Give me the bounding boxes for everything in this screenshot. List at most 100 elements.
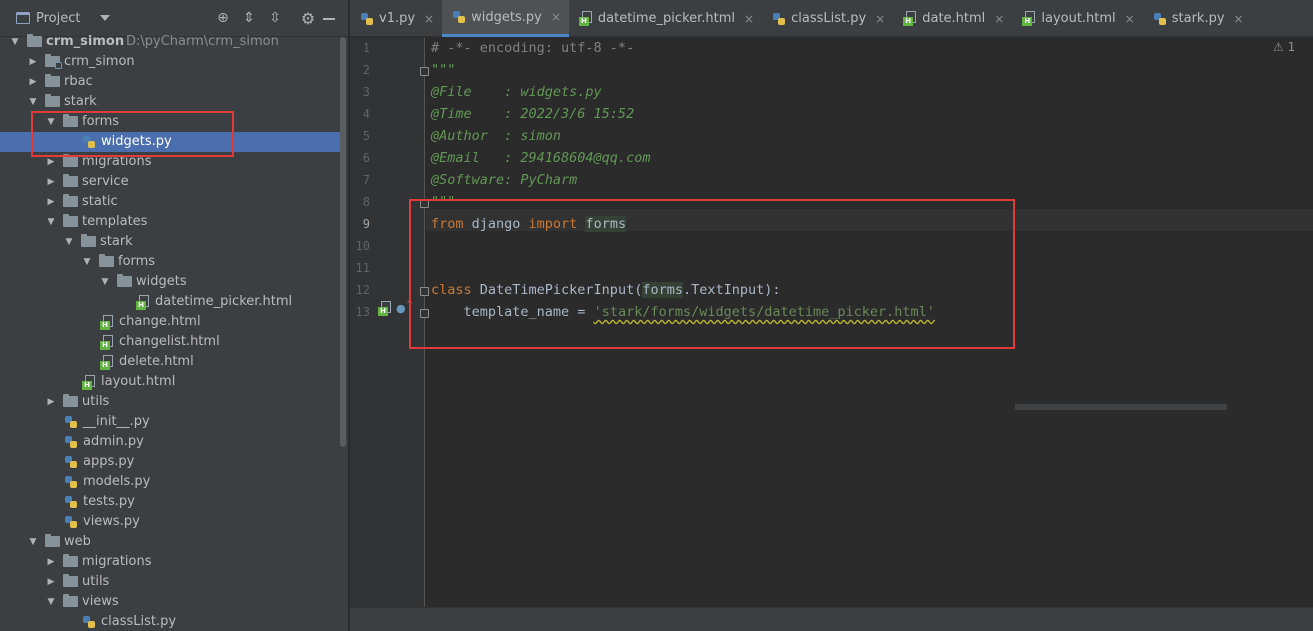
chevron-right-icon[interactable]: ▶ [28, 57, 38, 67]
code-line[interactable]: """ [431, 62, 455, 78]
tree-item[interactable]: ▼ views [0, 592, 340, 612]
tree-item-label: forms [118, 254, 156, 269]
chevron-down-icon[interactable]: ▼ [46, 217, 56, 227]
warning-indicator[interactable]: ⚠ 1 [1273, 40, 1295, 54]
folder-icon [45, 534, 60, 547]
chevron-down-icon[interactable]: ▼ [28, 537, 38, 547]
tree-item[interactable]: ▼ stark [0, 232, 340, 252]
fold-marker-icon[interactable] [420, 67, 429, 76]
tree-item[interactable]: ▼ forms [0, 252, 340, 272]
python-file-icon [452, 10, 466, 24]
chevron-right-icon[interactable]: ▶ [28, 77, 38, 87]
tree-item[interactable]: ▼ stark [0, 92, 340, 112]
line-number: 13 [355, 305, 370, 319]
tree-item[interactable]: Hchange.html [0, 312, 340, 332]
chevron-right-icon[interactable]: ▶ [46, 557, 56, 567]
close-icon[interactable]: × [1234, 12, 1244, 26]
tree-item[interactable]: ▶ crm_simon [0, 52, 340, 72]
tree-item[interactable]: Hdelete.html [0, 352, 340, 372]
tree-item[interactable]: ▼ crm_simon D:\pyCharm\crm_simon [0, 32, 340, 52]
project-view-selector[interactable]: Project [16, 11, 111, 26]
close-icon[interactable]: × [994, 12, 1004, 26]
python-file-icon [64, 475, 78, 489]
hide-icon[interactable] [323, 18, 335, 20]
line-number: 12 [355, 283, 370, 297]
chevron-right-icon[interactable]: ▶ [46, 177, 56, 187]
chevron-down-icon[interactable]: ▼ [28, 97, 38, 107]
tree-item[interactable]: ▶ service [0, 172, 340, 192]
html-file-gutter-icon[interactable]: H [378, 301, 392, 316]
close-icon[interactable]: × [424, 12, 434, 26]
code-token: # -*- encoding: utf-8 -*- [431, 40, 635, 56]
tree-item[interactable]: ▼ widgets [0, 272, 340, 292]
chevron-down-icon[interactable]: ▼ [100, 277, 110, 287]
chevron-right-icon[interactable]: ▶ [46, 577, 56, 587]
line-number: 8 [362, 195, 370, 209]
locate-icon[interactable]: ⊕ [215, 10, 231, 26]
folder-icon [63, 154, 78, 167]
tree-item[interactable]: Hchangelist.html [0, 332, 340, 352]
tree-item[interactable]: apps.py [0, 452, 340, 472]
tree-item[interactable]: ▶ utils [0, 392, 340, 412]
tree-item[interactable]: models.py [0, 472, 340, 492]
html-file-icon: H [578, 11, 593, 26]
tree-item[interactable]: ▼ templates [0, 212, 340, 232]
editor-horizontal-scrollbar[interactable] [1015, 404, 1227, 410]
code-line[interactable]: @Email : 294168604@qq.com [431, 150, 650, 166]
collapse-all-icon[interactable]: ⇳ [267, 10, 283, 26]
tree-item[interactable]: classList.py [0, 612, 340, 631]
chevron-down-icon[interactable]: ▼ [46, 597, 56, 607]
editor-tab[interactable]: classList.py × [762, 0, 893, 37]
editor-bottom-strip [350, 607, 1313, 631]
tree-scrollbar[interactable] [340, 37, 346, 447]
python-file-icon [64, 455, 78, 469]
tree-item[interactable]: ▶ static [0, 192, 340, 212]
tab-label: date.html [922, 11, 986, 26]
tree-item[interactable]: views.py [0, 512, 340, 532]
tree-item[interactable]: ▶ migrations [0, 552, 340, 572]
python-file-icon [64, 415, 78, 429]
chevron-down-icon[interactable] [100, 15, 111, 21]
tree-item[interactable]: ▼ web [0, 532, 340, 552]
editor-tab[interactable]: widgets.py × [442, 0, 569, 37]
close-icon[interactable]: × [744, 12, 754, 26]
editor-tab[interactable]: Hlayout.html × [1012, 0, 1142, 37]
code-line[interactable]: @File : widgets.py [431, 84, 602, 100]
code-line[interactable]: # -*- encoding: utf-8 -*- [431, 40, 634, 56]
folder-icon [81, 234, 96, 247]
editor-tab[interactable]: stark.py × [1143, 0, 1252, 37]
line-number: 5 [362, 129, 370, 143]
tree-item-label: utils [82, 394, 110, 409]
chevron-down-icon[interactable]: ▼ [64, 237, 74, 247]
code-line[interactable]: @Software: PyCharm [431, 172, 577, 188]
tree-item-label: tests.py [83, 494, 135, 509]
tree-item-label: rbac [64, 74, 93, 89]
html-file-icon: H [100, 335, 114, 350]
tree-item[interactable]: admin.py [0, 432, 340, 452]
tree-item-label: apps.py [83, 454, 135, 469]
tree-item[interactable]: ▶ utils [0, 572, 340, 592]
editor-tab[interactable]: v1.py × [350, 0, 442, 37]
chevron-right-icon[interactable]: ▶ [46, 397, 56, 407]
tree-item[interactable]: Hlayout.html [0, 372, 340, 392]
expand-all-icon[interactable]: ⇕ [241, 10, 257, 26]
chevron-down-icon[interactable]: ▼ [82, 257, 92, 267]
close-icon[interactable]: × [1125, 12, 1135, 26]
tree-item[interactable]: ▶ rbac [0, 72, 340, 92]
close-icon[interactable]: × [875, 12, 885, 26]
annotation-box-code [409, 199, 1015, 349]
editor-tab[interactable]: Hdate.html × [893, 0, 1012, 37]
code-line[interactable]: @Time : 2022/3/6 15:52 [431, 106, 634, 122]
tree-item[interactable]: tests.py [0, 492, 340, 512]
editor-tab[interactable]: Hdatetime_picker.html × [569, 0, 762, 37]
tree-item[interactable]: Hdatetime_picker.html [0, 292, 340, 312]
gear-icon[interactable]: ⚙ [299, 10, 317, 28]
code-token: @File : widgets.py [431, 84, 602, 100]
folder-icon [99, 254, 114, 267]
tree-item[interactable]: __init__.py [0, 412, 340, 432]
chevron-right-icon[interactable]: ▶ [46, 157, 56, 167]
chevron-right-icon[interactable]: ▶ [46, 197, 56, 207]
chevron-down-icon[interactable]: ▼ [10, 37, 20, 47]
close-icon[interactable]: × [551, 10, 561, 24]
code-line[interactable]: @Author : simon [431, 128, 561, 144]
